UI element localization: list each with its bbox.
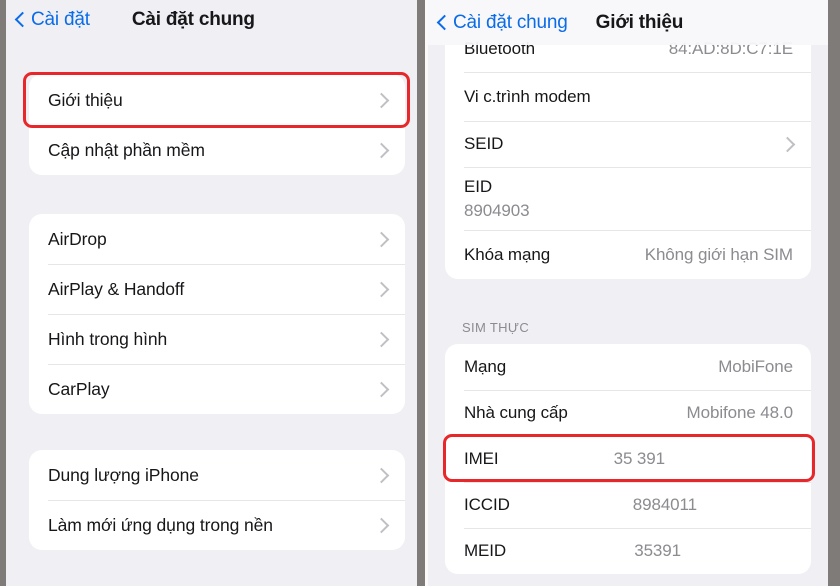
row-value: 35 391 [613, 449, 666, 468]
left-group-3-card: Dung lượng iPhone Làm mới ứng dụng trong… [29, 450, 405, 550]
row-meid: MEID 35391 [445, 528, 811, 574]
screenshot-root: Cài đặt Cài đặt chung Giới thiệu Cập nhậ… [0, 0, 840, 586]
chevron-right-icon [373, 281, 390, 297]
row-label: Mạng [464, 357, 507, 376]
chevron-right-icon [373, 331, 390, 347]
row-value: Không giới hạn SIM [644, 244, 793, 264]
row-label: Làm mới ứng dụng trong nền [48, 514, 273, 535]
left-nav-bar: Cài đặt Cài đặt chung [6, 0, 417, 40]
back-button-general-settings[interactable]: Cài đặt chung [436, 12, 568, 34]
panel-divider [417, 0, 425, 586]
row-network-lock: Khóa mạng Không giới hạn SIM [445, 230, 811, 279]
sidebar-item-iphone-storage[interactable]: Dung lượng iPhone [29, 450, 405, 500]
row-label: Dung lượng iPhone [48, 464, 199, 485]
row-label: AirDrop [48, 228, 107, 249]
sidebar-item-airdrop[interactable]: AirDrop [29, 214, 405, 264]
row-modem-firmware: Vi c.trình modem [445, 72, 811, 121]
sidebar-item-picture-in-picture[interactable]: Hình trong hình [29, 314, 405, 364]
chevron-left-icon [14, 11, 25, 29]
back-button-label: Cài đặt [31, 9, 90, 30]
sidebar-item-carplay[interactable]: CarPlay [29, 364, 405, 414]
chevron-right-icon [373, 92, 390, 108]
back-button-label: Cài đặt chung [453, 11, 568, 33]
left-scroll-content: Giới thiệu Cập nhật phần mềm AirDrop Air… [6, 0, 417, 586]
page-title: Cài đặt chung [131, 9, 255, 30]
chevron-left-icon [436, 14, 447, 32]
right-nav-bar: Cài đặt chung Giới thiệu [428, 0, 828, 45]
row-seid[interactable]: SEID [445, 121, 811, 167]
row-imei: IMEI 35 391 [445, 436, 811, 482]
sidebar-item-software-update[interactable]: Cập nhật phần mềm [29, 126, 405, 175]
left-screen-general-settings: Cài đặt Cài đặt chung Giới thiệu Cập nhậ… [6, 0, 417, 586]
sidebar-item-background-app-refresh[interactable]: Làm mới ứng dụng trong nền [29, 500, 405, 550]
row-label: Cập nhật phần mềm [48, 140, 205, 160]
right-device-info-card: Bluetooth 84:AD:8D:C7:1E Vi c.trình mode… [445, 26, 811, 279]
row-value: Mobifone 48.0 [686, 403, 794, 422]
row-label: IMEI [464, 449, 499, 468]
row-iccid: ICCID 8984011 [445, 482, 811, 528]
row-label: MEID [464, 541, 507, 560]
chevron-right-icon [779, 136, 796, 152]
chevron-right-icon [373, 517, 390, 533]
sidebar-item-airplay-handoff[interactable]: AirPlay & Handoff [29, 264, 405, 314]
row-label: Giới thiệu [48, 89, 123, 110]
chevron-right-icon [373, 381, 390, 397]
row-label: SEID [464, 134, 504, 153]
row-value: 8904903 [464, 201, 530, 220]
row-value: 35391 [634, 541, 681, 560]
row-label: Hình trong hình [48, 328, 168, 349]
row-label: CarPlay [48, 378, 110, 399]
row-label: ICCID [464, 495, 510, 514]
row-eid: EID 8904903 [445, 167, 811, 230]
row-value: MobiFone [718, 357, 793, 376]
back-button-settings[interactable]: Cài đặt [14, 9, 90, 31]
row-value: 8984011 [632, 495, 697, 514]
right-sim-card: Mạng MobiFone Nhà cung cấp Mobifone 48.0… [445, 344, 811, 574]
left-group-2-card: AirDrop AirPlay & Handoff Hình trong hìn… [29, 214, 405, 414]
sidebar-item-about[interactable]: Giới thiệu [29, 74, 405, 126]
row-label: AirPlay & Handoff [48, 278, 185, 299]
chevron-right-icon [373, 467, 390, 483]
row-carrier-provider: Nhà cung cấp Mobifone 48.0 [445, 390, 811, 436]
right-scroll-content: Bluetooth 84:AD:8D:C7:1E Vi c.trình mode… [428, 0, 828, 586]
row-label: EID [464, 177, 493, 196]
chevron-right-icon [373, 231, 390, 247]
chevron-right-icon [373, 142, 390, 159]
row-carrier-network: Mạng MobiFone [445, 344, 811, 390]
section-header-physical-sim: SIM THỰC [462, 320, 530, 335]
right-edge-chrome [828, 0, 840, 586]
left-group-1-card: Giới thiệu Cập nhật phần mềm [29, 74, 405, 175]
right-screen-about: Bluetooth 84:AD:8D:C7:1E Vi c.trình mode… [428, 0, 828, 586]
row-label: Nhà cung cấp [464, 403, 568, 422]
page-title: Giới thiệu [595, 11, 684, 33]
row-label: Khóa mạng [464, 244, 551, 264]
row-label: Vi c.trình modem [464, 86, 591, 106]
